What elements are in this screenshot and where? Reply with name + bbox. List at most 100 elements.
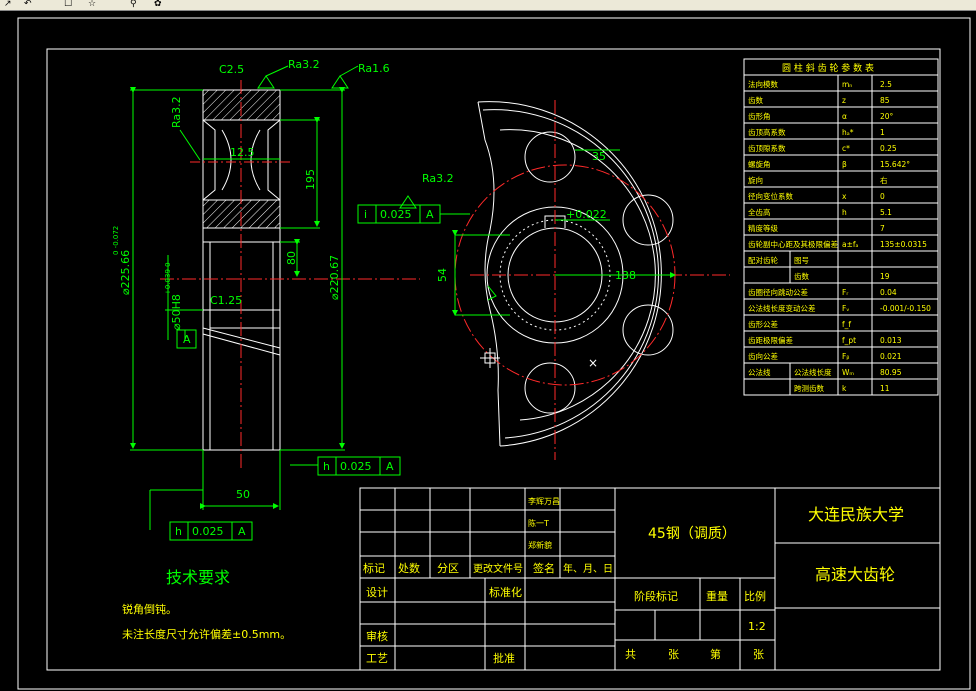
param-name-cell: 旋向 (748, 175, 763, 185)
tb-sheets: 张 (668, 648, 679, 661)
dim-ra32-top: Ra3.2 (288, 58, 320, 71)
tb-review: 审核 (366, 629, 388, 643)
dim-chamfer-top: C2.5 (219, 63, 244, 76)
param-val-cell: 80.95 (880, 368, 902, 377)
param-name-cell: 螺旋角 (748, 159, 771, 169)
dim-220-67: ⌀220.67 (328, 255, 341, 300)
param-val-cell: 15.642° (880, 160, 910, 169)
param-name-cell: 齿圈径向跳动公差 (748, 287, 808, 297)
dim-keyway-tol: +0.022 (566, 208, 607, 221)
param-name-cell: 齿形公差 (748, 319, 778, 329)
star-icon[interactable]: ☆ (88, 0, 96, 9)
param-sym-cell: x (842, 192, 847, 201)
tb-process: 工艺 (366, 652, 388, 665)
param-sym-cell: h (842, 208, 847, 217)
tb-rev3: 郑新貌 (528, 540, 552, 550)
param-name-cell: 径向变位系数 (748, 191, 793, 201)
param-sym-cell: Wₘ (842, 368, 854, 377)
tb-standard: 标准化 (489, 585, 522, 599)
tech-line-1: 锐角倒钝。 (122, 602, 177, 616)
dim-195: 195 (304, 169, 317, 190)
param-name-cell: 齿顶高系数 (748, 127, 786, 137)
palette-icon[interactable]: ✿ (154, 0, 162, 9)
param-sub-cell: 齿数 (794, 271, 809, 281)
param-val-cell: 0 (880, 192, 885, 201)
undo-icon[interactable]: ↶ (24, 0, 32, 9)
tb-school: 大连民族大学 (808, 505, 904, 524)
svg-text:0.025: 0.025 (380, 208, 412, 221)
tb-h-sign: 签名 (533, 561, 555, 575)
tb-sheet: 张 (753, 648, 764, 661)
datum-a-box: A (176, 329, 197, 349)
tb-weight: 重量 (706, 589, 728, 603)
tb-design: 设计 (366, 586, 388, 599)
tb-material: 45钢（调质） (648, 526, 736, 542)
dim-225-66-tol: 0 -0.072 (112, 226, 120, 255)
param-sym-cell: f_pt (842, 336, 856, 345)
feature-frame-2: h 0.025 A (169, 521, 253, 541)
tb-rev1: 李辉万昌 (528, 496, 560, 506)
param-val-cell: 11 (880, 384, 890, 393)
param-name-cell: 公法线长度变动公差 (748, 303, 816, 313)
dim-225-66: ⌀225.66 (119, 250, 132, 295)
param-name-cell: 齿形角 (748, 111, 771, 121)
svg-text:h: h (323, 460, 330, 473)
arrow-icon[interactable]: ↗ (4, 0, 12, 9)
dim-ra32-front: Ra3.2 (422, 172, 454, 185)
dim-50-bore: ⌀50H8 (170, 294, 183, 330)
param-name-cell: 齿距极限偏差 (748, 335, 793, 345)
param-name-cell: 齿向公差 (748, 351, 778, 361)
web-hole-1 (524, 131, 576, 183)
dim-54: 54 (436, 268, 449, 282)
param-sym-cell: z (842, 96, 846, 105)
feature-frame-1: h 0.025 A (317, 456, 401, 476)
param-sym-cell: k (842, 384, 847, 393)
param-val-cell: 0.021 (880, 352, 902, 361)
dim-ra32-left: Ra3.2 (170, 96, 183, 128)
param-name-cell: 配对齿轮 (748, 255, 778, 265)
svg-text:A: A (426, 208, 434, 221)
param-name-cell: 公法线 (748, 367, 771, 377)
tb-total: 共 (625, 648, 636, 661)
svg-text:A: A (238, 525, 246, 538)
web-hole-4 (524, 362, 576, 414)
param-val-cell: 5.1 (880, 208, 892, 217)
param-name-cell: 齿顶隙系数 (748, 143, 786, 153)
tb-approve: 批准 (493, 651, 515, 665)
param-name-cell: 法向模数 (748, 79, 778, 89)
tb-h-mark: 标记 (363, 561, 385, 575)
param-sub-cell: 图号 (794, 256, 809, 265)
param-val-cell: 0.04 (880, 288, 897, 297)
checkbox-icon[interactable]: ☐ (64, 0, 72, 9)
x-marker-icon: × (588, 356, 598, 370)
param-name-cell: 齿轮副中心距及其极限偏差 (748, 239, 838, 249)
dim-12-5: 12.5 (230, 146, 255, 159)
tb-h-count: 处数 (398, 562, 420, 575)
param-val-cell: -0.001/-0.150 (880, 304, 931, 313)
section-view (160, 80, 420, 470)
param-val-cell: 135±0.0315 (880, 240, 927, 249)
tb-scale: 比例 (744, 589, 766, 603)
pin-icon[interactable]: ⚲ (130, 0, 137, 9)
tb-stage: 阶段标记 (634, 589, 678, 603)
tb-no: 第 (710, 647, 721, 661)
param-val-cell: 1 (880, 128, 885, 137)
svg-text:i: i (364, 208, 367, 221)
dim-50-tol: +0.039 0 (164, 262, 172, 295)
svg-text:0.025: 0.025 (192, 525, 224, 538)
svg-text:A: A (386, 460, 394, 473)
param-table: 圆 柱 斜 齿 轮 参 数 表 法向模数 mₙ 2.5 齿数 z 85 齿形角 α 20° 齿顶高… (743, 58, 939, 396)
svg-text:0.025: 0.025 (340, 460, 372, 473)
param-sym-cell: f_f (842, 320, 851, 329)
param-val-cell: 0.013 (880, 336, 902, 345)
dim-50-width: 50 (236, 488, 250, 501)
tb-h-zone: 分区 (437, 562, 459, 575)
tb-rev2: 陈一T (528, 518, 549, 528)
param-val-cell: 20° (880, 112, 894, 121)
param-val-cell: 2.5 (880, 80, 892, 89)
tb-scale-val: 1:2 (748, 620, 766, 633)
param-val-cell: 7 (880, 224, 885, 233)
tb-h-date: 年、月、日 (563, 562, 613, 575)
cad-drawing-canvas[interactable]: C2.5 Ra3.2 Ra1.6 Ra3.2 12.5 195 80 ⌀220.… (0, 10, 976, 691)
param-val-cell: 19 (880, 272, 890, 281)
